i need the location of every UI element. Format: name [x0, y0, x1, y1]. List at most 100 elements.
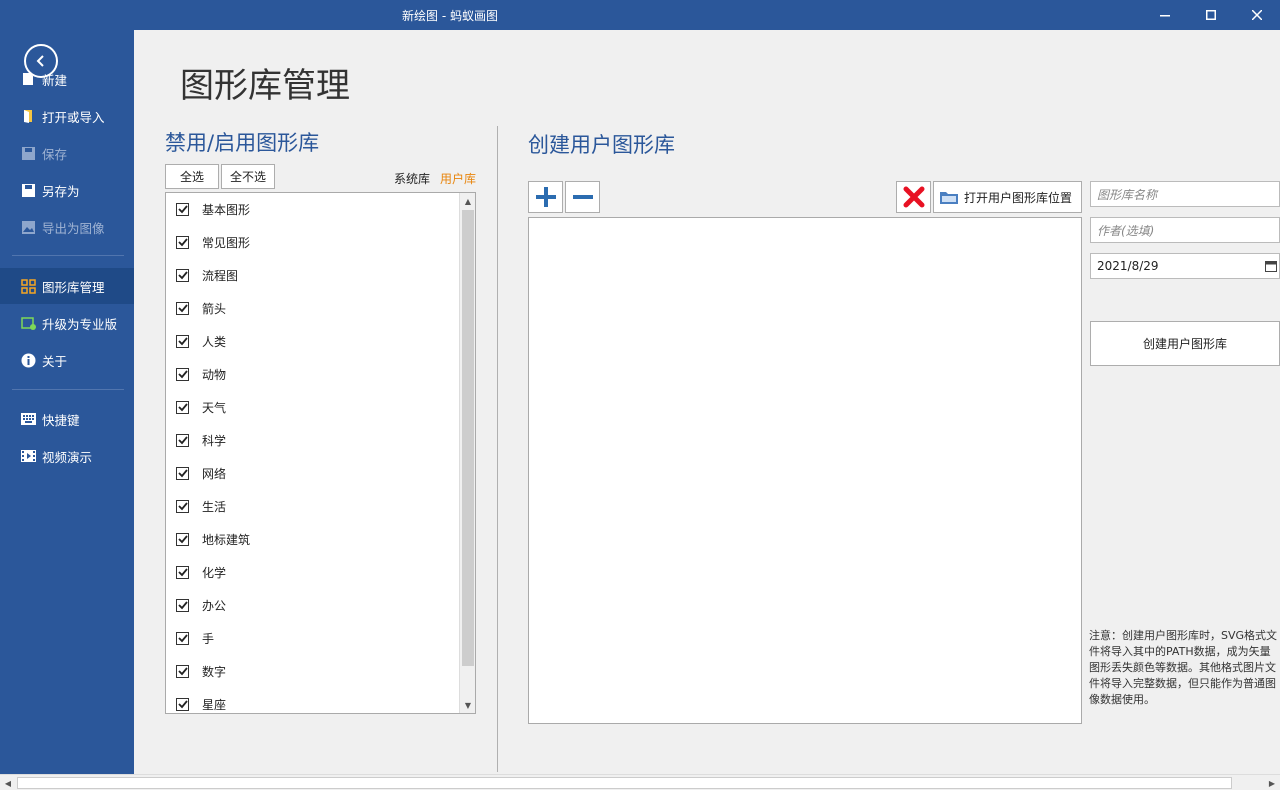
author-input[interactable]: 作者(选填) — [1090, 217, 1280, 243]
library-row[interactable]: 生活 — [176, 496, 226, 516]
library-row[interactable]: 天气 — [176, 397, 226, 417]
checkmark-icon — [177, 667, 188, 676]
library-checkbox[interactable] — [176, 202, 189, 216]
sidebar-item-open[interactable]: 打开或导入 — [0, 98, 134, 134]
library-row[interactable]: 流程图 — [176, 265, 238, 285]
page-title: 图形库管理 — [180, 66, 350, 106]
export-image-icon — [20, 219, 36, 235]
sidebar-item-upgrade[interactable]: 升级为专业版 — [0, 305, 134, 341]
scroll-up-arrow-icon[interactable]: ▲ — [460, 193, 475, 209]
sidebar-item-library-manage[interactable]: 图形库管理 — [0, 268, 134, 304]
library-row[interactable]: 人类 — [176, 331, 226, 351]
sidebar-item-about[interactable]: 关于 — [0, 342, 134, 378]
library-label: 动物 — [202, 367, 227, 382]
checkmark-icon — [177, 634, 188, 643]
info-icon — [20, 352, 36, 368]
library-label: 星座 — [202, 697, 227, 712]
sidebar-item-save[interactable]: 保存 — [0, 135, 134, 171]
sidebar-item-save-as[interactable]: 另存为 — [0, 172, 134, 208]
sidebar-item-new[interactable]: 新建 — [0, 61, 134, 97]
horizontal-scrollbar[interactable]: ◀ ▶ — [0, 774, 1280, 790]
library-label: 化学 — [202, 565, 227, 580]
tab-system-library[interactable]: 系统库 — [394, 170, 430, 187]
library-checkbox[interactable] — [176, 598, 189, 612]
checkmark-icon — [177, 700, 188, 709]
library-checkbox[interactable] — [176, 664, 189, 678]
select-none-button[interactable]: 全不选 — [221, 164, 275, 189]
checkmark-icon — [177, 601, 188, 610]
library-label: 常见图形 — [202, 235, 251, 250]
tab-user-library[interactable]: 用户库 — [440, 170, 476, 187]
checkmark-icon — [177, 337, 188, 346]
create-user-library-button[interactable]: 创建用户图形库 — [1090, 321, 1280, 366]
library-list-scrollbar[interactable]: ▲ ▼ — [459, 193, 475, 713]
scroll-down-arrow-icon[interactable]: ▼ — [460, 697, 475, 713]
library-row[interactable]: 网络 — [176, 463, 226, 483]
library-row[interactable]: 星座 — [176, 694, 227, 713]
sidebar-divider — [12, 255, 124, 256]
remove-shape-button[interactable] — [565, 181, 600, 213]
new-file-icon — [20, 71, 36, 87]
library-row[interactable]: 箭头 — [176, 298, 226, 318]
minimize-button[interactable] — [1142, 0, 1188, 30]
library-label: 箭头 — [202, 301, 227, 316]
checkmark-icon — [177, 502, 188, 511]
library-row[interactable]: 手 — [176, 628, 214, 648]
open-user-library-location-button[interactable]: 打开用户图形库位置 — [933, 181, 1082, 213]
minus-icon — [572, 195, 593, 199]
library-row[interactable]: 科学 — [176, 430, 226, 450]
save-icon — [20, 145, 36, 161]
date-picker[interactable]: 2021/8/29 — [1090, 253, 1280, 279]
library-checkbox[interactable] — [176, 532, 189, 546]
date-value: 2021/8/29 — [1097, 259, 1159, 273]
add-shape-button[interactable] — [528, 181, 563, 213]
sidebar-item-shortcuts[interactable]: 快捷键 — [0, 401, 134, 437]
library-checkbox[interactable] — [176, 565, 189, 579]
library-label: 人类 — [202, 334, 227, 349]
library-checkbox[interactable] — [176, 499, 189, 513]
scroll-left-arrow-icon[interactable]: ◀ — [0, 775, 16, 790]
library-checkbox[interactable] — [176, 268, 189, 282]
library-row[interactable]: 化学 — [176, 562, 226, 582]
library-label: 网络 — [202, 466, 227, 481]
library-row[interactable]: 常见图形 — [176, 232, 250, 252]
sidebar-item-video[interactable]: 视频演示 — [0, 438, 134, 474]
sidebar-item-export[interactable]: 导出为图像 — [0, 209, 134, 245]
library-row[interactable]: 地标建筑 — [176, 529, 250, 549]
library-label: 数字 — [202, 664, 227, 679]
library-checkbox[interactable] — [176, 400, 189, 414]
library-name-input[interactable]: 图形库名称 — [1090, 181, 1280, 207]
delete-library-button[interactable] — [896, 181, 931, 213]
select-all-button[interactable]: 全选 — [165, 164, 219, 189]
library-checkbox[interactable] — [176, 301, 189, 315]
horizontal-scroll-thumb[interactable] — [17, 777, 1232, 789]
user-library-preview-area[interactable] — [528, 217, 1082, 724]
minimize-icon — [1160, 15, 1170, 17]
library-checkbox[interactable] — [176, 334, 189, 348]
library-row[interactable]: 数字 — [176, 661, 226, 681]
library-label: 地标建筑 — [202, 532, 251, 547]
delete-x-icon — [903, 186, 924, 208]
maximize-icon — [1206, 10, 1216, 20]
main-panel: 图形库管理 禁用/启用图形库 全选 全不选 系统库 用户库 基本图形 常见图形 流程… — [134, 30, 1280, 774]
library-checkbox[interactable] — [176, 235, 189, 249]
maximize-button[interactable] — [1188, 0, 1234, 30]
checkmark-icon — [177, 238, 188, 247]
library-checkbox[interactable] — [176, 697, 189, 711]
scroll-thumb[interactable] — [462, 210, 474, 666]
checkmark-icon — [177, 205, 188, 214]
library-row[interactable]: 动物 — [176, 364, 226, 384]
scroll-right-arrow-icon[interactable]: ▶ — [1264, 775, 1280, 790]
close-button[interactable] — [1234, 0, 1280, 30]
checkmark-icon — [177, 271, 188, 280]
checkmark-icon — [177, 568, 188, 577]
library-checkbox[interactable] — [176, 466, 189, 480]
library-row[interactable]: 基本图形 — [176, 199, 250, 219]
library-checkbox[interactable] — [176, 367, 189, 381]
library-checkbox[interactable] — [176, 631, 189, 645]
keyboard-icon — [20, 411, 36, 427]
title-bar: 新绘图 - 蚂蚁画图 — [0, 0, 1280, 30]
library-row[interactable]: 办公 — [176, 595, 226, 615]
library-checkbox[interactable] — [176, 433, 189, 447]
folder-icon — [940, 192, 958, 204]
